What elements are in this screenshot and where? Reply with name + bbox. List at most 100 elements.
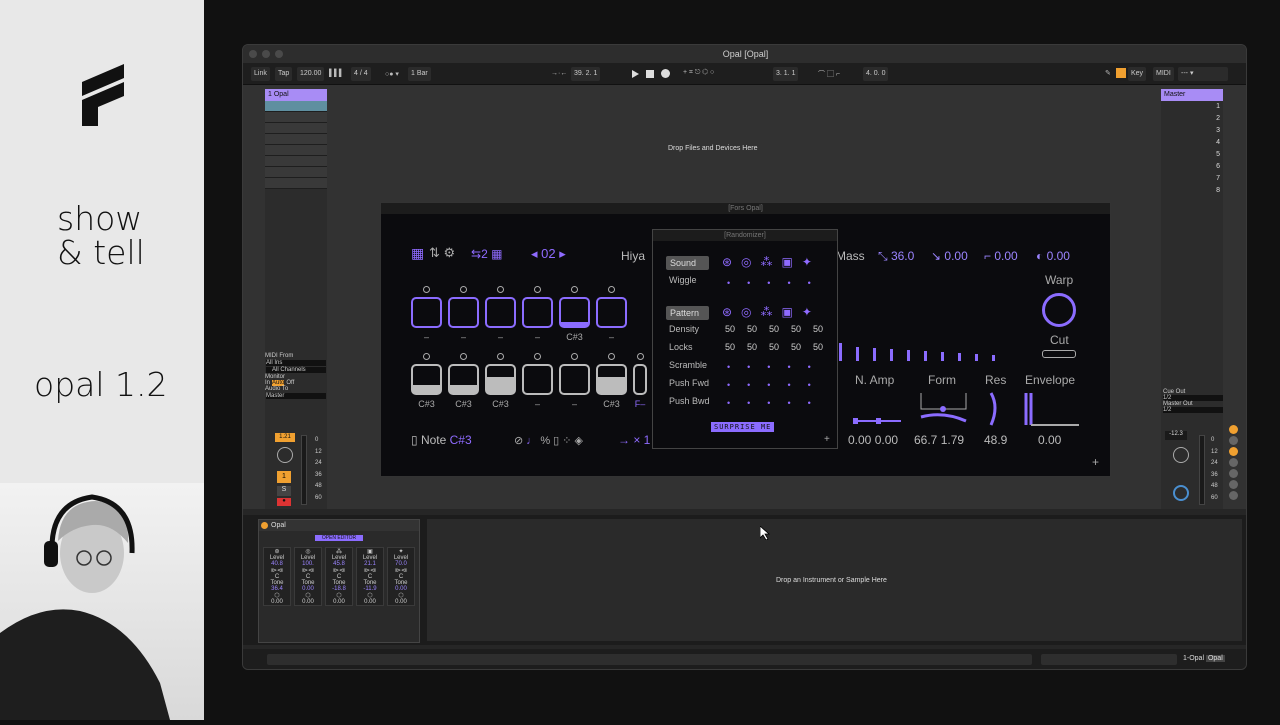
repeat-value[interactable]: → × 1 [618, 433, 650, 447]
tap-button[interactable]: Tap [275, 67, 293, 81]
scene-launch[interactable]: 4 [1209, 137, 1223, 149]
solo-button[interactable]: S [277, 486, 291, 496]
opal-channel[interactable]: ▣ Level 21.1 ⧐⧏ C Tone -11.9 ⬡ 0.00 [356, 547, 384, 606]
push-fwd-dots[interactable]: ••••• [727, 380, 828, 390]
opal-channel[interactable]: ◎ Level 100. ⧐⧏ C Tone 0.00 ⬡ 0.00 [294, 547, 322, 606]
device-activator[interactable] [261, 522, 268, 529]
scramble-dots[interactable]: ••••• [727, 362, 828, 372]
track-header[interactable]: 1 Opal [265, 89, 327, 101]
page-selector[interactable]: ◂ 02 ▸ [531, 246, 566, 262]
minimize-window-button[interactable] [262, 50, 270, 58]
opal-channel[interactable]: ⊛ Level 40.8 ⧐⧏ C Tone 36.4 ⬡ 0.00 [263, 547, 291, 606]
scene-launch[interactable]: 1 [1209, 101, 1223, 113]
clip-slot[interactable] [265, 156, 327, 167]
track-volume[interactable]: 1.21 [275, 433, 295, 442]
step-pad[interactable] [559, 364, 590, 395]
step-pad[interactable] [411, 297, 442, 328]
audio-to-select[interactable]: Master [266, 393, 326, 399]
res-value[interactable]: 48.9 [984, 433, 1007, 447]
clip-slot[interactable] [265, 178, 327, 189]
pattern-tab[interactable]: Pattern [666, 306, 709, 320]
form-values[interactable]: 66.7 1.79 [914, 433, 964, 447]
loop-icons[interactable]: ⌒ ▢ ⌐ [818, 69, 840, 79]
step-pad[interactable] [448, 364, 479, 395]
clip-slot[interactable] [265, 134, 327, 145]
side-toggle[interactable] [1229, 480, 1238, 489]
device-scrollbar[interactable] [1041, 654, 1177, 665]
cut-slider[interactable] [1042, 350, 1076, 358]
swap-icon[interactable]: ⇅ ⚙ [429, 245, 455, 261]
n-amp-values[interactable]: 0.00 0.00 [848, 433, 898, 447]
step-pad[interactable] [633, 364, 647, 395]
scene-launch[interactable]: 8 [1209, 185, 1223, 197]
clip-slot[interactable] [265, 112, 327, 123]
step-pad[interactable] [411, 364, 442, 395]
opal-device-header[interactable]: Opal [259, 520, 419, 531]
step-pad[interactable] [485, 297, 516, 328]
song-position[interactable]: 39. 2. 1 [571, 67, 601, 81]
step-dot[interactable] [460, 286, 467, 293]
horizontal-scrollbar[interactable] [267, 654, 1032, 665]
track-activator[interactable]: 1 [277, 471, 291, 483]
master-volume[interactable]: -12.3 [1165, 431, 1187, 440]
side-toggle[interactable] [1229, 436, 1238, 445]
sound-tab[interactable]: Sound [666, 256, 709, 270]
time-signature[interactable]: 4 / 4 [351, 67, 371, 81]
step-pad[interactable] [522, 297, 553, 328]
lock-icons[interactable]: ⊘ ♩ % ▯ ⁘ ◈ [514, 434, 583, 447]
envelope-value[interactable]: 0.00 [1038, 433, 1061, 447]
step-dot[interactable] [534, 286, 541, 293]
key-map-button[interactable]: Key [1128, 67, 1147, 81]
clip-slot[interactable] [265, 123, 327, 134]
draw-mode-icon[interactable]: ✎ [1105, 69, 1111, 77]
locks-values[interactable]: 50 50 50 50 50 [719, 342, 829, 352]
keyboard-icon[interactable] [1116, 68, 1126, 78]
step-pad[interactable] [485, 364, 516, 395]
record-mode-icon[interactable]: ○● ▾ [385, 70, 399, 78]
scene-launch[interactable]: 5 [1209, 149, 1223, 161]
opal-channel[interactable]: ⁂ Level 45.8 ⧐⧏ C Tone -18.8 ⬡ 0.00 [325, 547, 353, 606]
step-dot[interactable] [423, 286, 430, 293]
side-toggle[interactable] [1229, 458, 1238, 467]
randomizer-add-icon[interactable]: + [824, 434, 830, 445]
sound-icons[interactable]: ⊛◎⁂▣✦ [722, 255, 821, 269]
play-button[interactable] [632, 70, 639, 78]
step-dot[interactable] [497, 286, 504, 293]
mass-value[interactable]: ⤡ 36.0 [878, 249, 914, 264]
add-icon[interactable]: + [1092, 455, 1099, 469]
arm-button[interactable]: ● [277, 498, 291, 506]
wiggle-dots[interactable]: ••••• [727, 278, 828, 288]
note-param[interactable]: ▯ Note C#3 [411, 433, 472, 447]
zoom-window-button[interactable] [275, 50, 283, 58]
loop-start[interactable]: 3. 1. 1 [773, 67, 799, 81]
param2-value[interactable]: ↘ 0.00 [931, 249, 968, 263]
surprise-me-button[interactable]: SURPRISE ME [711, 422, 775, 432]
scene-launch[interactable]: 7 [1209, 173, 1223, 185]
master-header[interactable]: Master [1161, 89, 1223, 101]
opal-channel[interactable]: ✦ Level 70.0 ⧐⧏ C Tone 0.00 ⬡ 0.00 [387, 547, 415, 606]
pattern-icons[interactable]: ⊛◎⁂▣✦ [722, 305, 821, 319]
warp-knob[interactable] [1042, 293, 1076, 327]
clip-slot[interactable] [265, 101, 327, 112]
step-bars[interactable] [839, 341, 1019, 361]
param4-value[interactable]: ◐ 0.00 [1036, 249, 1070, 263]
link-button[interactable]: Link [251, 67, 270, 81]
cue-volume-knob[interactable] [1173, 485, 1189, 501]
midi-map-button[interactable]: MIDI [1153, 67, 1174, 81]
density-values[interactable]: 50 50 50 50 50 [719, 324, 829, 334]
step-dot[interactable] [571, 286, 578, 293]
scene-launch[interactable]: 3 [1209, 125, 1223, 137]
side-toggle[interactable] [1229, 447, 1238, 456]
follow-icon[interactable]: →·← [551, 70, 567, 77]
master-pan-knob[interactable] [1173, 447, 1189, 463]
metronome-icon[interactable]: ▌▌▌ [329, 70, 344, 77]
param3-value[interactable]: ⌐ 0.00 [984, 249, 1018, 263]
tempo-field[interactable]: 120.00 [297, 67, 325, 81]
step-pad-active[interactable] [559, 297, 590, 328]
step-pad[interactable] [522, 364, 553, 395]
step-pad[interactable] [448, 297, 479, 328]
push-bwd-dots[interactable]: ••••• [727, 398, 828, 408]
loop-length[interactable]: 4. 0. 0 [863, 67, 889, 81]
scene-launch[interactable]: 2 [1209, 113, 1223, 125]
midi-channel-select[interactable]: All Channels [266, 367, 326, 373]
